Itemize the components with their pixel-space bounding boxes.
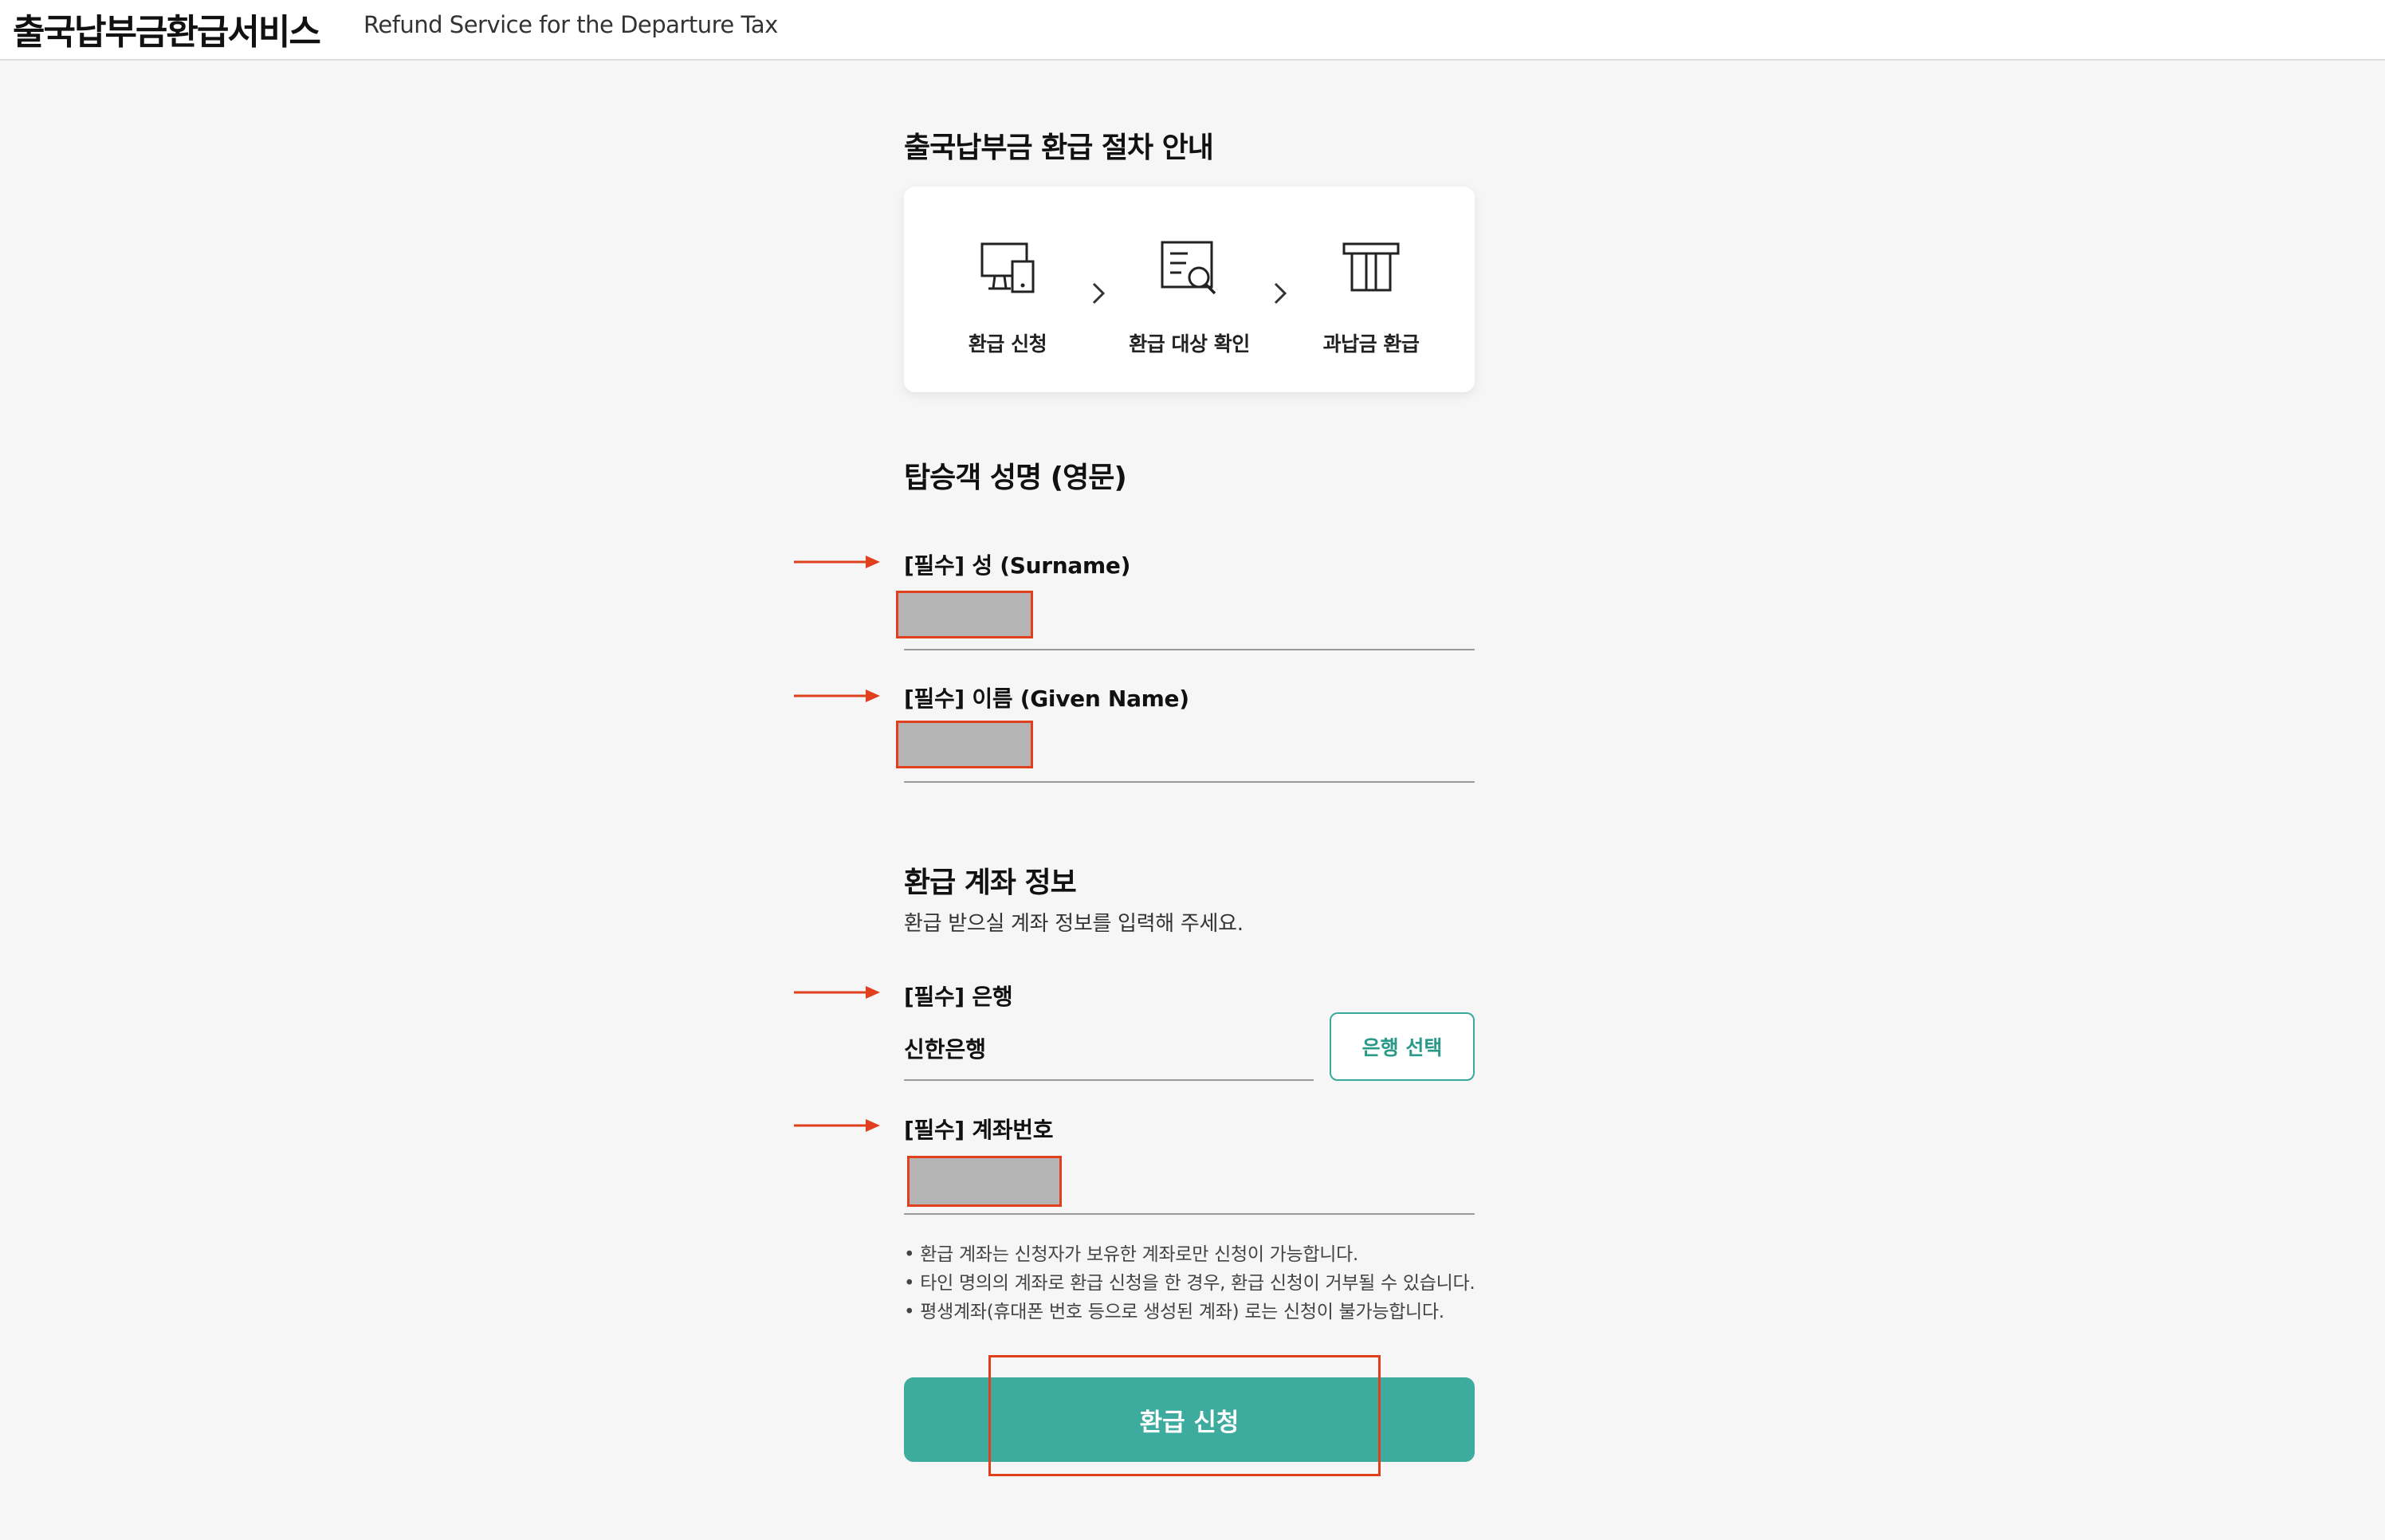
passenger-name-title: 탑승객 성명 (영문) <box>904 462 1127 494</box>
step-verify-label: 환급 대상 확인 <box>1129 332 1250 356</box>
annotation-arrow-icon <box>794 556 880 568</box>
given-name-input[interactable] <box>896 721 1033 768</box>
bank-underline <box>904 1079 1314 1081</box>
brand-title-korean[interactable]: 출국납부금환급서비스 <box>13 3 321 54</box>
site-header: 출국납부금환급서비스 Refund Service for the Depart… <box>0 0 2385 61</box>
annotation-arrow-icon <box>794 1119 880 1132</box>
chevron-right-icon <box>1092 282 1106 304</box>
account-note: • 환급 계좌는 신청자가 보유한 계좌로만 신청이 가능합니다. <box>904 1244 1358 1265</box>
annotation-arrow-icon <box>794 986 880 999</box>
account-notes: • 환급 계좌는 신청자가 보유한 계좌로만 신청이 가능합니다. • 타인 명… <box>904 1240 1475 1326</box>
given-name-underline <box>904 781 1475 783</box>
surname-label: [필수] 성 (Surname) <box>904 552 1131 579</box>
step-apply-label: 환급 신청 <box>968 332 1047 356</box>
account-number-label: [필수] 계좌번호 <box>904 1117 1054 1143</box>
submit-refund-button[interactable]: 환급 신청 <box>904 1377 1475 1462</box>
step-verify: 환급 대상 확인 <box>1110 187 1269 392</box>
bank-label: [필수] 은행 <box>904 984 1013 1010</box>
select-bank-button[interactable]: 은행 선택 <box>1330 1012 1475 1081</box>
bank-value[interactable]: 신한은행 <box>904 1032 986 1064</box>
account-note: • 타인 명의의 계좌로 환급 신청을 한 경우, 환급 신청이 거부될 수 있… <box>904 1273 1475 1294</box>
step-refund: 과납금 환급 <box>1291 187 1451 392</box>
given-name-label: [필수] 이름 (Given Name) <box>904 686 1189 712</box>
account-note: • 평생계좌(휴대폰 번호 등으로 생성된 계좌) 로는 신청이 불가능합니다. <box>904 1302 1444 1322</box>
refund-account-subtitle: 환급 받으실 계좌 정보를 입력해 주세요. <box>904 912 1244 936</box>
surname-underline <box>904 649 1475 650</box>
computer-tablet-icon <box>980 242 1035 293</box>
chevron-right-icon <box>1274 282 1287 304</box>
refund-account-title: 환급 계좌 정보 <box>904 866 1077 899</box>
step-apply: 환급 신청 <box>928 187 1087 392</box>
account-number-underline <box>904 1213 1475 1215</box>
procedure-title: 출국납부금 환급 절차 안내 <box>904 132 1214 164</box>
surname-input[interactable] <box>896 591 1033 638</box>
procedure-steps-card: 환급 신청 환급 대상 확인 과납금 환급 <box>904 187 1475 392</box>
step-refund-label: 과납금 환급 <box>1322 332 1420 356</box>
refund-receipt-icon <box>1342 242 1400 292</box>
account-number-input[interactable] <box>907 1156 1062 1207</box>
annotation-arrow-icon <box>794 689 880 702</box>
brand-title-english: Refund Service for the Departure Tax <box>363 11 778 38</box>
document-search-icon <box>1161 241 1216 295</box>
